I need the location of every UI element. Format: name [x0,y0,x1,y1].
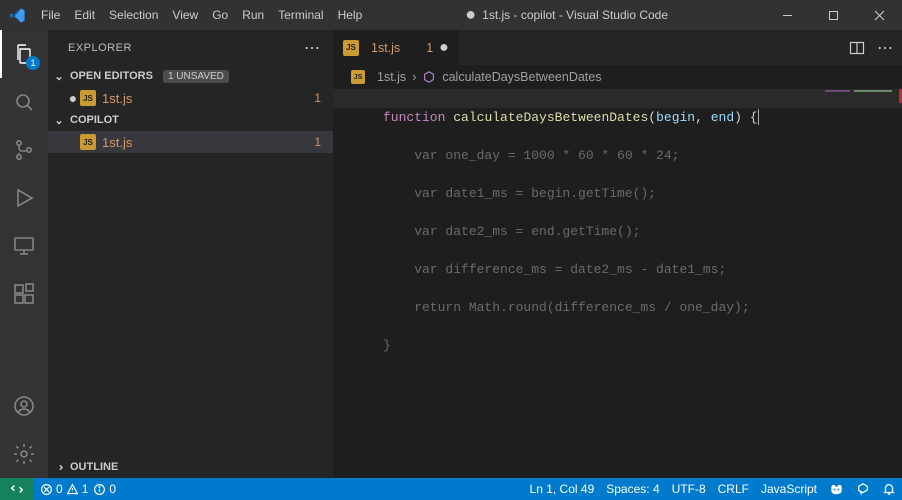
sidebar-title: EXPLORER ⋯ [48,30,333,65]
feedback-icon[interactable] [850,478,876,500]
menu-edit[interactable]: Edit [67,0,102,30]
remote-explorer-icon[interactable] [0,222,48,270]
js-file-icon: JS [351,70,365,84]
copilot-suggestion: return Math.round(difference_ms / one_da… [383,298,902,317]
activity-bar: 1 [0,30,48,478]
dirty-dot-icon: ● [439,39,449,57]
problems-status[interactable]: 0 1 0 [34,478,122,500]
copilot-suggestion: var one_day = 1000 * 60 * 60 * 24; [383,146,902,165]
open-editors-label: OPEN EDITORS [70,70,153,82]
menu-bar: File Edit Selection View Go Run Terminal… [34,0,369,30]
folder-file-item[interactable]: JS 1st.js 1 [48,131,333,153]
menu-help[interactable]: Help [331,0,370,30]
title-bar: File Edit Selection View Go Run Terminal… [0,0,902,30]
extensions-icon[interactable] [0,270,48,318]
indentation-status[interactable]: Spaces: 4 [600,478,665,500]
menu-selection[interactable]: Selection [102,0,165,30]
source-control-icon[interactable] [0,126,48,174]
file-indicator: 1 [314,91,321,105]
open-editors-section[interactable]: ⌄ OPEN EDITORS 1 UNSAVED [48,65,333,87]
info-count: 0 [109,482,116,496]
window-title: ● 1st.js - copilot - Visual Studio Code [369,8,764,22]
folder-section[interactable]: ⌄ COPILOT [48,109,333,131]
editor-area: JS 1st.js 1 ● ⋯ JS 1st.js › calculateDay… [333,30,902,478]
file-indicator: 1 [314,135,321,149]
chevron-right-icon: › [412,70,416,84]
status-bar: 0 1 0 Ln 1, Col 49 Spaces: 4 UTF-8 CRLF … [0,478,902,500]
cursor-position[interactable]: Ln 1, Col 49 [524,478,601,500]
menu-view[interactable]: View [165,0,205,30]
copilot-suggestion: var difference_ms = date2_ms - date1_ms; [383,260,902,279]
eol-status[interactable]: CRLF [712,478,755,500]
error-count: 0 [56,482,63,496]
unsaved-badge: 1 UNSAVED [163,70,229,83]
copilot-suggestion: } [383,336,902,355]
folder-label: COPILOT [70,114,119,126]
copilot-suggestion: var date2_ms = end.getTime(); [383,222,902,241]
menu-go[interactable]: Go [205,0,235,30]
breadcrumb-symbol[interactable]: calculateDaysBetweenDates [442,70,601,84]
explorer-badge: 1 [26,56,40,70]
js-file-icon: JS [343,40,359,56]
sidebar-title-label: EXPLORER [68,42,132,54]
run-debug-icon[interactable] [0,174,48,222]
breadcrumb-file[interactable]: 1st.js [377,70,406,84]
menu-run[interactable]: Run [235,0,271,30]
breadcrumb[interactable]: JS 1st.js › calculateDaysBetweenDates [333,65,902,89]
menu-file[interactable]: File [34,0,67,30]
maximize-button[interactable] [810,0,856,30]
window-title-text: 1st.js - copilot - Visual Studio Code [482,8,668,22]
sidebar-more-icon[interactable]: ⋯ [304,38,321,58]
accounts-icon[interactable] [0,382,48,430]
settings-gear-icon[interactable] [0,430,48,478]
chevron-down-icon: ⌄ [52,114,66,127]
chevron-down-icon: ⌄ [52,70,66,83]
file-name: 1st.js [102,91,132,106]
tab-bar: JS 1st.js 1 ● ⋯ [333,30,902,65]
explorer-icon[interactable]: 1 [0,30,48,78]
outline-label: OUTLINE [70,461,118,473]
minimize-button[interactable] [764,0,810,30]
notifications-bell-icon[interactable] [876,478,902,500]
explorer-sidebar: EXPLORER ⋯ ⌄ OPEN EDITORS 1 UNSAVED ● JS… [48,30,333,478]
language-mode[interactable]: JavaScript [755,478,823,500]
menu-terminal[interactable]: Terminal [271,0,330,30]
search-icon[interactable] [0,78,48,126]
dirty-dot-icon: ● [66,90,80,106]
editor-tab[interactable]: JS 1st.js 1 ● [333,30,460,65]
split-editor-icon[interactable] [849,40,865,56]
warning-count: 1 [82,482,89,496]
editor-more-icon[interactable]: ⋯ [877,38,894,58]
tab-modified-num: 1 [426,41,433,55]
window-controls [764,0,902,30]
text-cursor [758,109,759,125]
vscode-logo-icon [0,7,34,24]
minimap[interactable] [822,89,902,104]
code-editor[interactable]: 1 function calculateDaysBetweenDates(beg… [333,89,902,478]
dirty-indicator-icon: ● [465,9,476,19]
chevron-right-icon: ⌄ [53,460,66,474]
file-name: 1st.js [102,135,132,150]
code-content[interactable]: function calculateDaysBetweenDates(begin… [383,89,902,478]
encoding-status[interactable]: UTF-8 [666,478,712,500]
open-editor-item[interactable]: ● JS 1st.js 1 [48,87,333,109]
close-button[interactable] [856,0,902,30]
remote-indicator[interactable] [0,478,34,500]
copilot-status-icon[interactable] [823,478,850,500]
outline-section[interactable]: ⌄ OUTLINE [48,456,333,478]
js-file-icon: JS [80,90,96,106]
js-file-icon: JS [80,134,96,150]
gutter: 1 [333,89,383,478]
tab-file-name: 1st.js [371,41,400,55]
copilot-suggestion: var date1_ms = begin.getTime(); [383,184,902,203]
method-symbol-icon [422,70,436,84]
